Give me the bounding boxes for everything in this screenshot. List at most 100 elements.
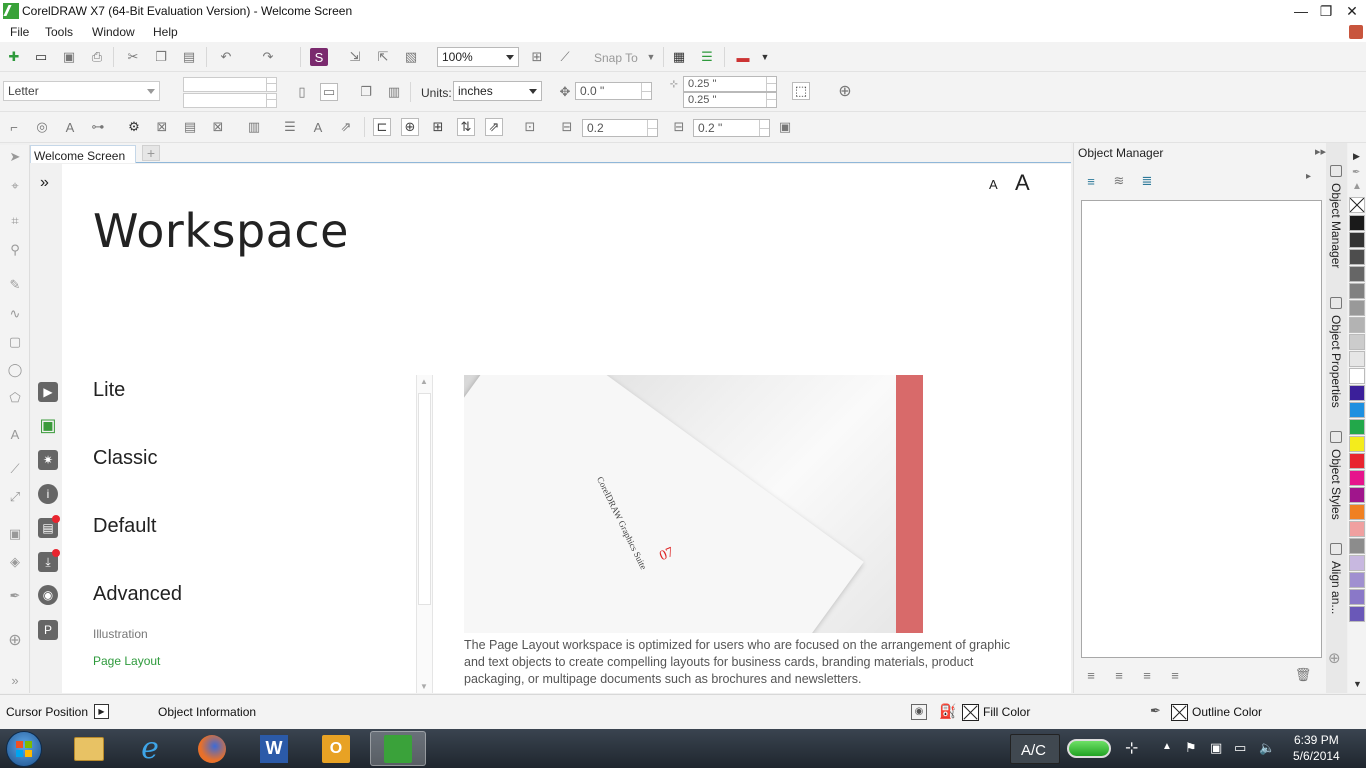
format-icon[interactable]: ⊶	[89, 118, 107, 136]
zoom-levels-combo[interactable]: 100%	[437, 47, 519, 67]
color-swatch[interactable]	[1349, 453, 1365, 469]
open-icon[interactable]: ▭	[32, 48, 50, 66]
action-center-flag-icon[interactable]: ⚑	[1185, 740, 1197, 756]
workspace-option-page-layout[interactable]: Page Layout	[93, 654, 160, 668]
text-icon[interactable]: A	[61, 118, 79, 136]
color-swatch[interactable]	[1349, 402, 1365, 418]
decrease-font-button[interactable]: A	[989, 177, 998, 192]
color-swatch[interactable]	[1349, 368, 1365, 384]
new-master-layer-icon[interactable]: ≡	[1110, 666, 1128, 684]
transparency-icon[interactable]: ◈	[6, 553, 24, 571]
tab-object-manager[interactable]: Object Manager	[1329, 183, 1343, 268]
shape-icon[interactable]: ◎	[33, 118, 51, 136]
trim-icon[interactable]: ▤	[181, 118, 199, 136]
new-tab-button[interactable]: +	[142, 145, 160, 161]
polygon-tool-icon[interactable]: ⬠	[6, 389, 24, 407]
pick-tool-icon[interactable]: ➤	[6, 148, 24, 166]
color-swatch[interactable]	[1349, 232, 1365, 248]
tab-welcome-screen[interactable]: Welcome Screen	[30, 145, 136, 163]
show-hidden-icons[interactable]: ▲	[1162, 741, 1172, 752]
drop-shadow-icon[interactable]: ▣	[6, 525, 24, 543]
page-size-combo[interactable]: Letter	[3, 81, 160, 101]
layer-properties-icon[interactable]: ≡	[1082, 172, 1100, 190]
outline-pen-icon[interactable]: ✒	[1150, 703, 1161, 719]
spacing-field-a[interactable]: 0.2	[582, 119, 658, 137]
no-color-swatch[interactable]	[1349, 197, 1365, 213]
group-icon[interactable]: ⊡	[521, 118, 539, 136]
undo-icon[interactable]: ↶	[217, 48, 235, 66]
monitor-icon[interactable]: ▭	[1234, 740, 1246, 756]
units-combo[interactable]: inches	[453, 81, 542, 101]
export-icon[interactable]: ⇱	[374, 48, 392, 66]
scroll-up-icon[interactable]: ▲	[420, 377, 428, 386]
shape-tool-icon[interactable]: ⌖	[6, 177, 24, 195]
application-launcher-icon[interactable]: ▬	[734, 48, 752, 66]
all-pages-icon[interactable]: ❐	[357, 83, 375, 101]
color-swatch[interactable]	[1349, 283, 1365, 299]
save-icon[interactable]: ▣	[60, 48, 78, 66]
internet-explorer-taskbar-icon[interactable]: e	[122, 731, 178, 766]
fill-bucket-icon[interactable]: ⛽	[939, 703, 956, 720]
product-details-icon[interactable]: P	[38, 620, 58, 640]
eyedropper-icon[interactable]: ✒	[6, 587, 24, 605]
parallel-dimension-icon[interactable]: ⟋	[6, 460, 24, 478]
weld-icon[interactable]: ⊠	[153, 118, 171, 136]
outline-none-swatch[interactable]	[1171, 704, 1188, 721]
explorer-taskbar-icon[interactable]	[61, 731, 117, 766]
duplicate-x-field[interactable]: 0.25 "	[683, 76, 777, 92]
docker-menu-icon[interactable]: ▸	[1306, 171, 1311, 182]
text-tool-icon[interactable]: A	[6, 425, 24, 443]
scroll-down-icon[interactable]: ▼	[420, 682, 428, 691]
align-left-icon[interactable]: ⊏	[373, 118, 391, 136]
restore-button[interactable]: ❐	[1315, 2, 1337, 20]
align-center-icon[interactable]: ⊕	[401, 118, 419, 136]
color-swatch[interactable]	[1349, 538, 1365, 554]
lock-ratio-icon[interactable]: ▣	[776, 118, 794, 136]
start-button[interactable]	[6, 731, 42, 767]
clock-date[interactable]: 5/6/2014	[1293, 749, 1340, 763]
connector-tool-icon[interactable]: ⤢	[6, 488, 24, 506]
fill-none-swatch[interactable]	[962, 704, 979, 721]
workspace-option-lite[interactable]: Lite	[93, 379, 125, 402]
copy-icon[interactable]: ❐	[152, 48, 170, 66]
print-icon[interactable]: ⎙	[88, 48, 106, 66]
import-icon[interactable]: ⇲	[346, 48, 364, 66]
portrait-icon[interactable]: ▯	[293, 83, 311, 101]
full-screen-preview-icon[interactable]: ⊞	[528, 48, 546, 66]
add-icon[interactable]: ⊕	[836, 82, 854, 100]
power-source-indicator[interactable]: A/C	[1010, 734, 1060, 764]
color-swatch[interactable]	[1349, 487, 1365, 503]
new-document-icon[interactable]: ✚	[5, 48, 23, 66]
layer-view-icon[interactable]: ≣	[1138, 172, 1156, 190]
landscape-icon[interactable]: ▭	[320, 83, 338, 101]
close-button[interactable]: ✕	[1341, 2, 1363, 20]
color-swatch[interactable]	[1349, 351, 1365, 367]
expand-toolbox-icon[interactable]: »	[6, 671, 24, 689]
new-master-odd-icon[interactable]: ≡	[1138, 666, 1156, 684]
eyedropper-icon[interactable]: ✒	[1352, 167, 1360, 178]
distribute-icon[interactable]: ⊞	[429, 118, 447, 136]
chevron-down-icon[interactable]: ▼	[756, 48, 774, 66]
color-swatch[interactable]	[1349, 249, 1365, 265]
treat-as-filled-icon[interactable]: ⬚	[792, 82, 810, 100]
color-swatch[interactable]	[1349, 266, 1365, 282]
tab-object-properties[interactable]: Object Properties	[1329, 315, 1343, 408]
arrange-icon[interactable]: ⇅	[457, 118, 475, 136]
transform-icon[interactable]: ⇗	[485, 118, 503, 136]
nudge-distance-field[interactable]: 0.0 "	[575, 82, 652, 100]
menu-help[interactable]: Help	[153, 25, 178, 39]
artistic-media-icon[interactable]: ∿	[6, 305, 24, 323]
crop-tool-icon[interactable]: ⌗	[6, 212, 24, 230]
cut-icon[interactable]: ✂	[124, 48, 142, 66]
search-content-icon[interactable]: S	[310, 48, 328, 66]
link-icon[interactable]: ⇗	[337, 118, 355, 136]
volume-icon[interactable]: 🔈	[1259, 740, 1275, 756]
color-swatch[interactable]	[1349, 300, 1365, 316]
show-rulers-icon[interactable]: ⟋	[556, 48, 574, 66]
increase-font-button[interactable]: A	[1015, 170, 1030, 196]
menu-window[interactable]: Window	[92, 25, 135, 39]
object-list[interactable]	[1081, 200, 1322, 658]
color-swatch[interactable]	[1349, 317, 1365, 333]
workspace-icon[interactable]: ▣	[38, 415, 58, 435]
info-icon[interactable]: i	[38, 484, 58, 504]
